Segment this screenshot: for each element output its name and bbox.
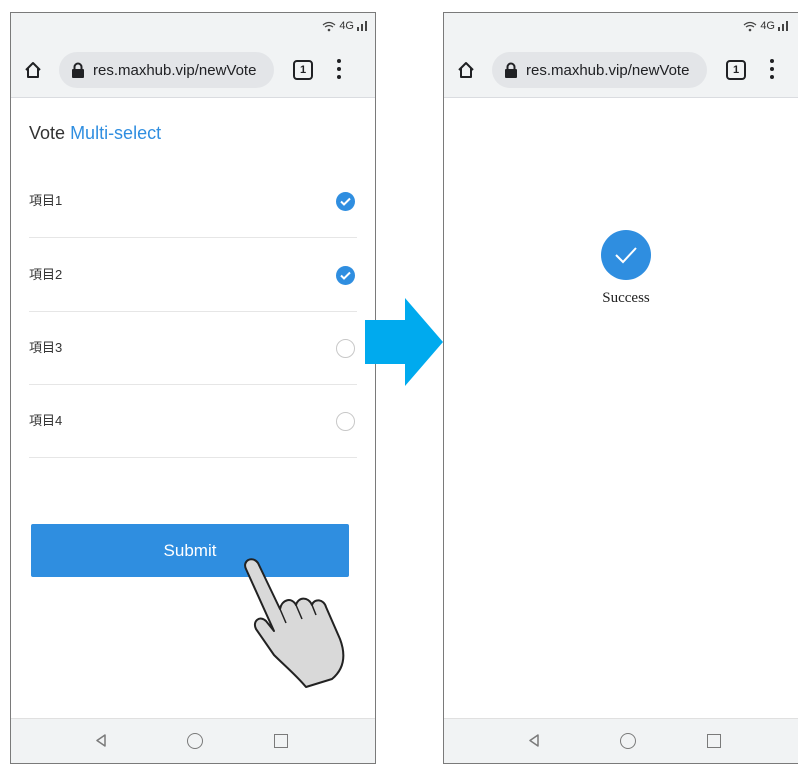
phone-screen-vote: 4G res.maxhub.vip/newVote 1 Vote Multi-s… [10,12,376,764]
phone-screen-success: 4G res.maxhub.vip/newVote 1 Success [443,12,798,764]
more-menu-icon[interactable] [335,59,343,81]
android-nav-bar [444,718,798,763]
unchecked-icon[interactable] [336,412,355,431]
option-label: 項目3 [29,340,63,355]
address-bar[interactable]: res.maxhub.vip/newVote [492,52,707,88]
vote-option-3[interactable]: 項目3 [29,311,357,385]
back-icon[interactable] [95,734,107,747]
checked-icon[interactable] [336,266,355,285]
checked-icon[interactable] [336,192,355,211]
wifi-icon [322,21,336,31]
lock-icon [505,62,517,78]
status-bar: 4G [444,13,798,43]
status-bar: 4G [11,13,375,43]
flow-arrow-icon [365,298,443,386]
result-view: Success [444,98,798,719]
vote-option-1[interactable]: 項目1 [29,164,357,238]
home-circle-icon[interactable] [187,733,203,749]
tab-switcher-icon[interactable]: 1 [726,60,746,80]
pointing-hand-icon [244,558,345,688]
vote-option-4[interactable]: 項目4 [29,384,357,458]
browser-toolbar: res.maxhub.vip/newVote 1 [11,43,375,98]
success-message: Success [602,290,650,306]
lock-icon [72,62,84,78]
more-menu-icon[interactable] [768,59,776,81]
wifi-icon [743,21,757,31]
url-text: res.maxhub.vip/newVote [526,61,690,79]
success-checkmark-icon [601,230,651,280]
back-icon[interactable] [528,734,540,747]
browser-toolbar: res.maxhub.vip/newVote 1 [444,43,798,98]
network-type: 4G [339,20,354,32]
vote-title: Vote Multi-select [29,123,161,144]
url-text: res.maxhub.vip/newVote [93,61,257,79]
tab-switcher-icon[interactable]: 1 [293,60,313,80]
home-circle-icon[interactable] [620,733,636,749]
signal-icon [357,21,367,31]
signal-icon [778,21,788,31]
recents-icon[interactable] [707,734,721,748]
network-type: 4G [760,20,775,32]
network-indicator: 4G [743,20,788,32]
home-icon[interactable] [23,60,43,80]
vote-title-prefix: Vote [29,123,66,143]
option-label: 項目1 [29,193,63,208]
unchecked-icon[interactable] [336,339,355,358]
option-label: 項目4 [29,413,63,428]
option-label: 項目2 [29,267,63,282]
recents-icon[interactable] [274,734,288,748]
network-indicator: 4G [322,20,367,32]
vote-option-2[interactable]: 項目2 [29,238,357,312]
vote-mode: Multi-select [70,123,162,143]
home-icon[interactable] [456,60,476,80]
android-nav-bar [11,718,375,763]
address-bar[interactable]: res.maxhub.vip/newVote [59,52,274,88]
